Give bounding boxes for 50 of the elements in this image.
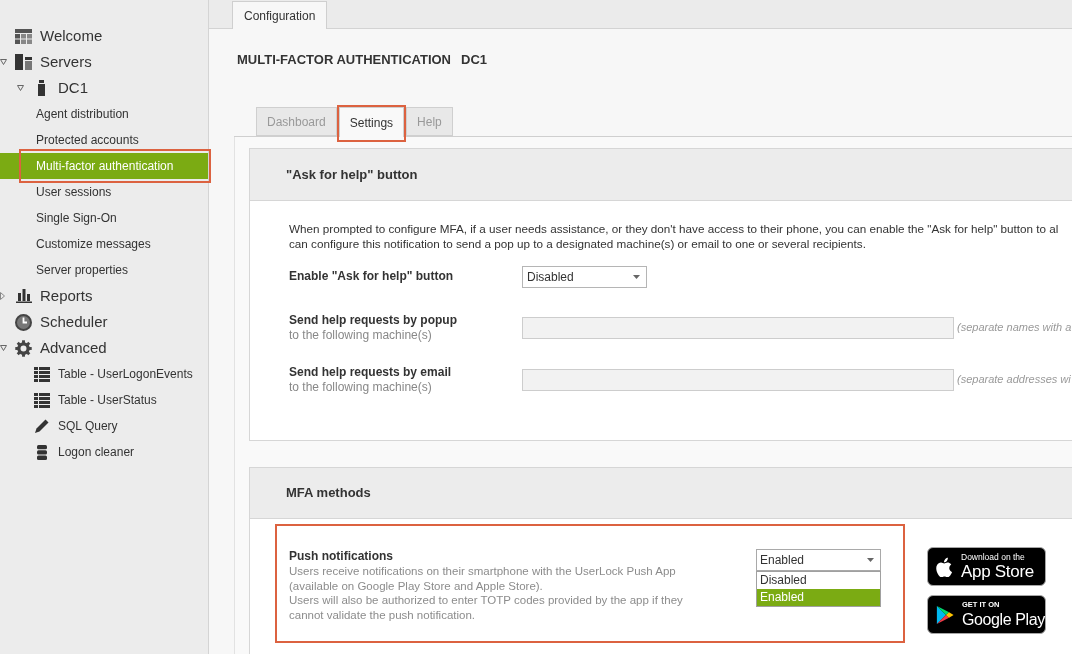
tree-item[interactable]: Scheduler xyxy=(0,309,208,335)
tab[interactable]: Settings xyxy=(338,107,405,137)
tree-item[interactable]: Logon cleaner xyxy=(0,439,208,465)
tree-item[interactable]: SQL Query xyxy=(0,413,208,439)
server-tower-icon xyxy=(38,80,45,96)
pencil-icon xyxy=(34,418,50,434)
settings-icon xyxy=(15,339,32,357)
server-towers-icon xyxy=(15,54,32,70)
tree-item[interactable]: Single Sign-On xyxy=(0,205,208,231)
tree-item[interactable]: Server properties xyxy=(0,257,208,283)
section-title: "Ask for help" button xyxy=(286,165,418,184)
dropdown[interactable]: Enabled xyxy=(756,549,881,571)
caret-icon xyxy=(867,558,874,562)
clock-icon xyxy=(15,313,32,331)
field-label: Enable "Ask for help" button xyxy=(289,269,454,284)
bar-chart-icon xyxy=(15,289,32,303)
database-icon xyxy=(37,444,47,460)
section-description: When prompted to configure MFA, if a user needs assistance, or they don't have access to their phone, you can enable the "Ask for help" button to al can configure this notification to send a pop up to a designated machine(s) or email to one or several recipients. xyxy=(289,221,1060,251)
field-label: Send help requests by email xyxy=(289,365,452,380)
field-label: Send help requests by popup xyxy=(289,313,458,328)
tree-item[interactable]: Table - UserLogonEvents xyxy=(0,361,208,387)
apple-icon xyxy=(936,556,953,577)
field-sublabel: to the following machine(s) xyxy=(289,380,432,395)
grid-icon xyxy=(15,28,32,44)
tree-item[interactable]: DC1 xyxy=(0,75,208,101)
tree-item[interactable]: Table - UserStatus xyxy=(0,387,208,413)
tree-item[interactable]: Advanced xyxy=(0,335,208,361)
page-title: MULTI-FACTOR AUTHENTICATION xyxy=(237,52,451,68)
server-name: DC1 xyxy=(461,52,487,68)
tree-item[interactable]: Agent distribution xyxy=(0,101,208,127)
field-hint: (separate addresses wi xyxy=(957,372,1071,386)
store-badge[interactable]: Download on the App Store xyxy=(927,547,1046,586)
field-hint: (separate names with a xyxy=(957,320,1072,334)
play-triangle-icon xyxy=(936,604,954,625)
caret-icon xyxy=(633,275,640,279)
tree-item[interactable]: Reports xyxy=(0,283,208,309)
list-icon xyxy=(34,366,50,382)
list-icon xyxy=(34,392,50,408)
section-title: MFA methods xyxy=(286,484,371,503)
field-sublabel: to the following machine(s) xyxy=(289,328,432,343)
dropdown-option[interactable]: Disabled xyxy=(757,572,880,589)
method-description: Users receive notifications on their smartphone with the UserLock Push App (available on Google Play Store and Apple Store). Users will also be authorized to enter TOTP codes provided by the app if they cannot validate the push notification. xyxy=(289,564,683,623)
tree-item[interactable]: Servers xyxy=(0,49,208,75)
method-title: Push notifications xyxy=(289,549,393,564)
tab[interactable]: Configuration xyxy=(232,1,328,29)
tree-item[interactable]: Protected accounts xyxy=(0,127,208,153)
dropdown[interactable]: Disabled xyxy=(522,266,647,288)
tree-item[interactable]: Customize messages xyxy=(0,231,208,257)
tree-item[interactable]: User sessions xyxy=(0,179,208,205)
tree-item[interactable]: Welcome xyxy=(0,23,208,49)
